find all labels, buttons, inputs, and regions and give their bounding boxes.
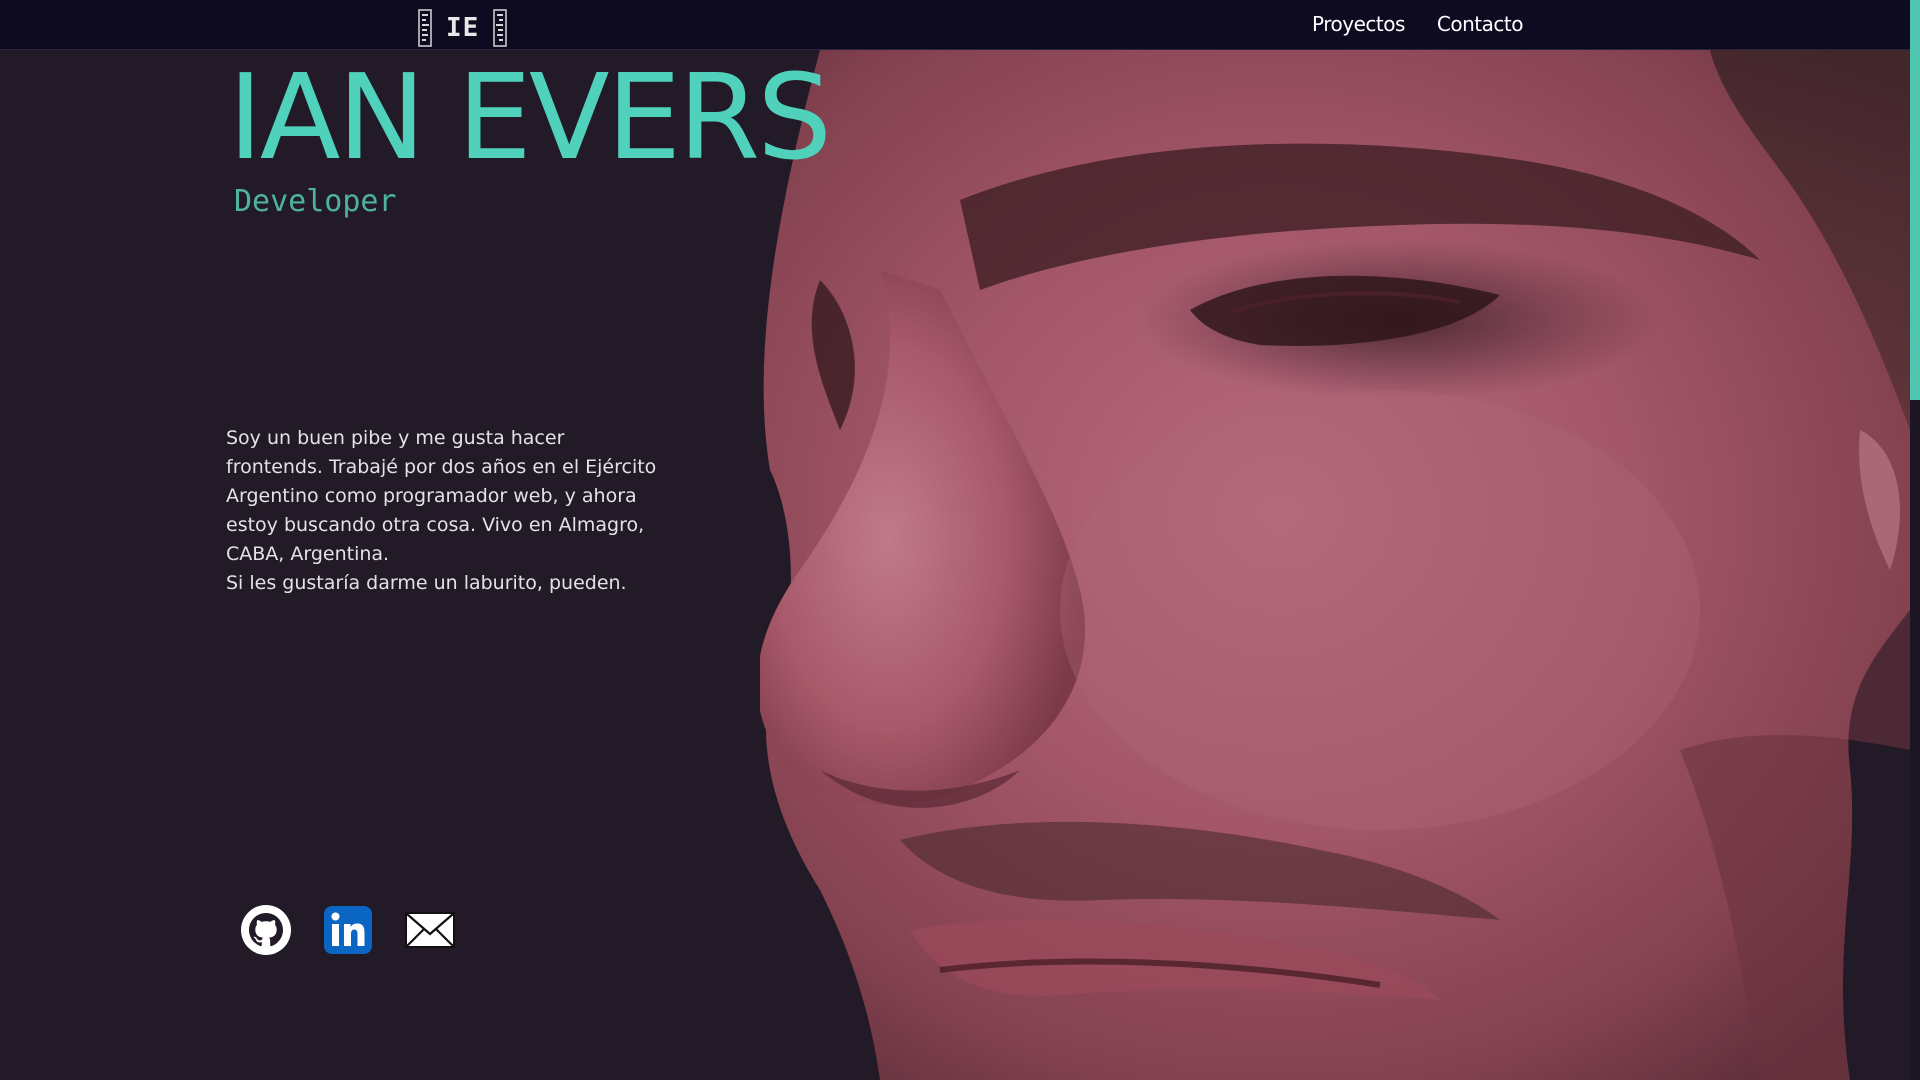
hero-name: IAN EVERS — [228, 48, 832, 186]
logo-text: IE — [446, 13, 480, 43]
logo-right-bracket-icon — [493, 9, 508, 47]
nav-link-contacto[interactable]: Contacto — [1437, 12, 1524, 36]
mail-icon[interactable] — [404, 904, 456, 956]
nav-links: Proyectos Contacto — [1312, 12, 1523, 36]
linkedin-icon[interactable] — [322, 904, 374, 956]
scrollbar-thumb[interactable] — [1910, 0, 1920, 400]
site-logo[interactable]: IE — [418, 8, 508, 48]
bio-text: Soy un buen pibe y me gusta hacer fronte… — [226, 424, 666, 598]
face-3d-render — [760, 50, 1910, 1080]
top-navbar: IE Proyectos Contacto — [0, 0, 1910, 50]
social-links — [240, 904, 456, 956]
github-icon[interactable] — [240, 904, 292, 956]
bio-paragraph: Si les gustaría darme un laburito, puede… — [226, 572, 627, 594]
nav-link-proyectos[interactable]: Proyectos — [1312, 12, 1405, 36]
page-scrollbar[interactable] — [1910, 0, 1920, 1080]
hero-role: Developer — [234, 184, 397, 219]
bio-paragraph: Soy un buen pibe y me gusta hacer fronte… — [226, 427, 657, 565]
page: IE Proyectos Contacto IAN EVERS Develope… — [0, 0, 1920, 1080]
logo-left-bracket-icon — [418, 9, 432, 47]
